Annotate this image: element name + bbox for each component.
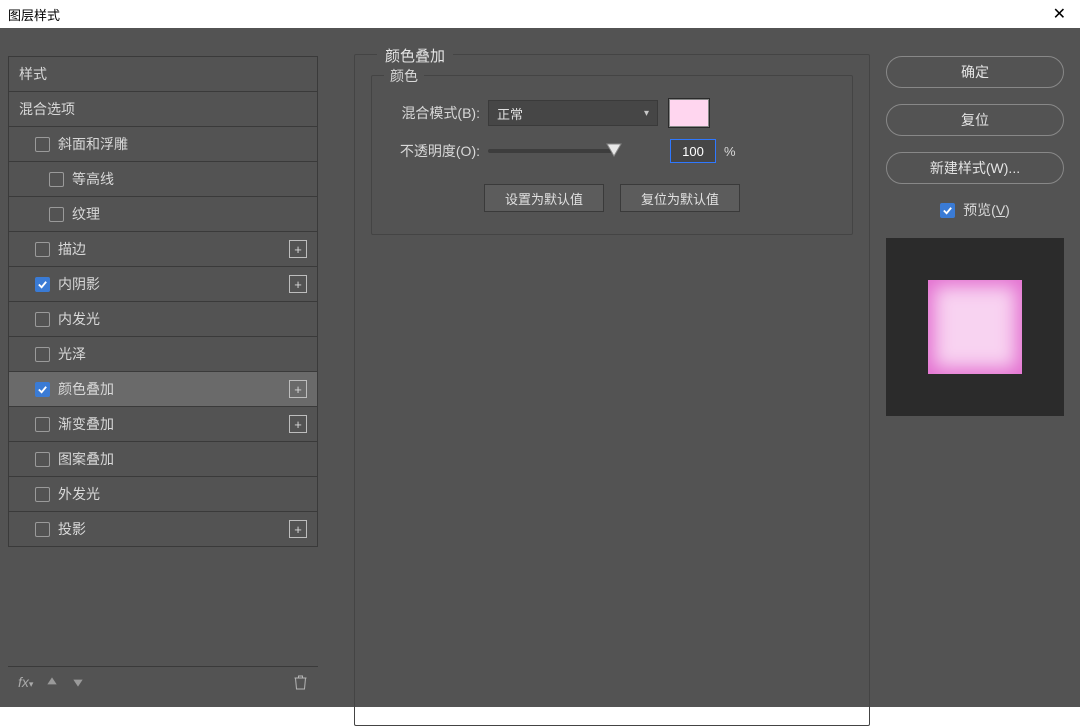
style-label: 外发光 — [58, 484, 100, 504]
slider-track — [488, 149, 614, 153]
blend-mode-label: 混合模式(B): — [388, 103, 488, 123]
style-row-bevel[interactable]: 斜面和浮雕 — [9, 127, 317, 162]
opacity-row: 不透明度(O): % — [388, 132, 836, 170]
style-row-dropshadow[interactable]: 投影 + — [9, 512, 317, 547]
style-row-outerglow[interactable]: 外发光 — [9, 477, 317, 512]
color-overlay-group: 颜色叠加 颜色 混合模式(B): 正常 ▾ 不透明度(O): — [354, 54, 870, 726]
style-row-gradientoverlay[interactable]: 渐变叠加 + — [9, 407, 317, 442]
action-column: 确定 复位 新建样式(W)... 预览(V) — [880, 56, 1070, 416]
style-label: 图案叠加 — [58, 449, 114, 469]
close-icon[interactable]: ✕ — [1047, 4, 1072, 24]
blend-mode-row: 混合模式(B): 正常 ▾ — [388, 94, 836, 132]
styles-list: 样式 混合选项 斜面和浮雕 等高线 — [8, 56, 318, 547]
checkbox-contour[interactable] — [49, 172, 64, 187]
style-row-contour[interactable]: 等高线 — [9, 162, 317, 197]
style-row-innerglow[interactable]: 内发光 — [9, 302, 317, 337]
add-effect-icon[interactable]: + — [289, 380, 307, 398]
group-title: 颜色叠加 — [377, 45, 453, 66]
preview-toggle-row[interactable]: 预览(V) — [940, 200, 1010, 220]
slider-thumb-icon[interactable] — [606, 143, 622, 157]
dialog-body: 样式 混合选项 斜面和浮雕 等高线 — [0, 28, 1080, 707]
defaults-row: 设置为默认值 复位为默认值 — [388, 184, 836, 212]
opacity-input[interactable] — [670, 139, 716, 163]
opacity-label: 不透明度(O): — [388, 141, 488, 161]
ok-button[interactable]: 确定 — [886, 56, 1064, 88]
chevron-down-icon: ▾ — [644, 108, 649, 119]
checkbox-outerglow[interactable] — [35, 487, 50, 502]
checkbox-texture[interactable] — [49, 207, 64, 222]
style-label: 描边 — [58, 239, 86, 259]
styles-footer: fx▾ — [8, 666, 318, 696]
style-label: 光泽 — [58, 344, 86, 364]
add-effect-icon[interactable]: + — [289, 415, 307, 433]
new-style-button[interactable]: 新建样式(W)... — [886, 152, 1064, 184]
checkbox-dropshadow[interactable] — [35, 522, 50, 537]
checkbox-satin[interactable] — [35, 347, 50, 362]
checkbox-coloroverlay[interactable] — [35, 382, 50, 397]
blend-mode-select[interactable]: 正常 ▾ — [488, 100, 658, 126]
style-label: 渐变叠加 — [58, 414, 114, 434]
blending-options-label: 混合选项 — [19, 99, 75, 119]
style-row-coloroverlay[interactable]: 颜色叠加 + — [9, 372, 317, 407]
style-label: 投影 — [58, 519, 86, 539]
style-label: 等高线 — [72, 169, 114, 189]
style-row-stroke[interactable]: 描边 + — [9, 232, 317, 267]
move-up-icon[interactable] — [45, 675, 59, 689]
title-bar: 图层样式 ✕ — [0, 0, 1080, 28]
color-swatch[interactable] — [668, 98, 710, 128]
reset-default-button[interactable]: 复位为默认值 — [620, 184, 740, 212]
style-preview — [886, 238, 1064, 416]
checkbox-innershadow[interactable] — [35, 277, 50, 292]
color-subgroup: 颜色 混合模式(B): 正常 ▾ 不透明度(O): — [371, 75, 853, 235]
style-label: 内阴影 — [58, 274, 100, 294]
style-row-texture[interactable]: 纹理 — [9, 197, 317, 232]
style-row-innershadow[interactable]: 内阴影 + — [9, 267, 317, 302]
preview-swatch — [928, 280, 1022, 374]
checkbox-gradientoverlay[interactable] — [35, 417, 50, 432]
dialog-title: 图层样式 — [8, 5, 60, 24]
styles-header[interactable]: 样式 — [9, 57, 317, 92]
style-label: 纹理 — [72, 204, 100, 224]
add-effect-icon[interactable]: + — [289, 240, 307, 258]
style-row-satin[interactable]: 光泽 — [9, 337, 317, 372]
opacity-unit: % — [724, 144, 736, 159]
add-effect-icon[interactable]: + — [289, 520, 307, 538]
styles-header-label: 样式 — [19, 64, 47, 84]
style-label: 内发光 — [58, 309, 100, 329]
move-down-icon[interactable] — [71, 675, 85, 689]
style-label: 斜面和浮雕 — [58, 134, 128, 154]
add-effect-icon[interactable]: + — [289, 275, 307, 293]
checkbox-bevel[interactable] — [35, 137, 50, 152]
checkbox-innerglow[interactable] — [35, 312, 50, 327]
set-default-button[interactable]: 设置为默认值 — [484, 184, 604, 212]
style-row-patternoverlay[interactable]: 图案叠加 — [9, 442, 317, 477]
checkbox-stroke[interactable] — [35, 242, 50, 257]
settings-panel: 颜色叠加 颜色 混合模式(B): 正常 ▾ 不透明度(O): — [354, 54, 870, 726]
blending-options-row[interactable]: 混合选项 — [9, 92, 317, 127]
styles-panel: 样式 混合选项 斜面和浮雕 等高线 — [8, 56, 318, 696]
fx-menu-icon[interactable]: fx▾ — [18, 674, 33, 690]
blend-mode-value: 正常 — [497, 104, 523, 123]
preview-label: 预览(V) — [963, 200, 1010, 220]
subgroup-title: 颜色 — [384, 66, 424, 86]
trash-icon[interactable] — [293, 674, 308, 690]
style-label: 颜色叠加 — [58, 379, 114, 399]
checkbox-patternoverlay[interactable] — [35, 452, 50, 467]
checkbox-preview[interactable] — [940, 203, 955, 218]
reset-button[interactable]: 复位 — [886, 104, 1064, 136]
opacity-slider[interactable] — [488, 149, 658, 153]
